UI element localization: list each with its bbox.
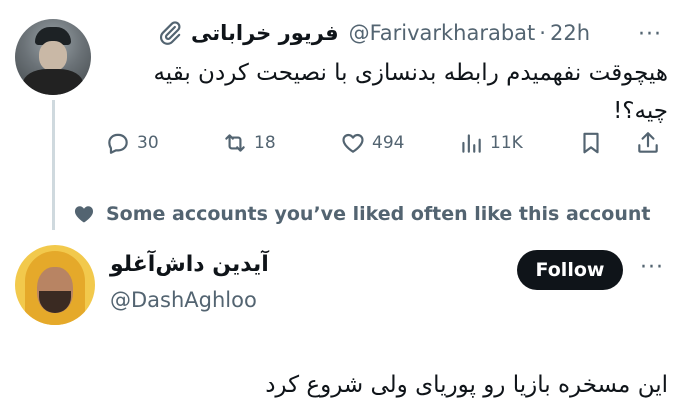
paperclip-icon xyxy=(160,21,181,45)
reply-icon xyxy=(108,133,128,154)
tweet-time[interactable]: 22h xyxy=(550,21,590,45)
reply-button[interactable]: 30 xyxy=(105,130,159,156)
dot-separator: · xyxy=(539,21,546,45)
follow-button[interactable]: Follow xyxy=(517,250,623,290)
avatar-body xyxy=(23,69,83,95)
repost-button[interactable]: 18 xyxy=(222,130,276,156)
share-button[interactable] xyxy=(635,130,667,156)
thread-line xyxy=(52,100,55,230)
bookmark-icon xyxy=(583,132,599,154)
tweet-text: هیچوقت نفهمیدم رابطه بدنسازی با نصیحت کر… xyxy=(153,60,668,124)
views-count: 11K xyxy=(490,133,523,153)
author-avatar[interactable] xyxy=(15,19,91,95)
suggested-more-button[interactable]: ··· xyxy=(640,255,664,280)
social-context: Some accounts you’ve liked often like th… xyxy=(72,202,650,226)
author-handle[interactable]: @Farivarkharabat xyxy=(349,21,536,45)
views-button[interactable]: 11K xyxy=(458,130,523,156)
tweet-actions: 30 18 494 11K xyxy=(100,130,670,166)
views-icon xyxy=(462,134,481,153)
share-icon xyxy=(638,132,658,153)
heart-icon xyxy=(342,133,364,153)
suggested-tweet-text: این مسخره بازیا رو پوریای ولی شروع کرد xyxy=(265,372,668,398)
suggested-name[interactable]: آیدین داش‌آغلو xyxy=(110,252,269,277)
avatar-face xyxy=(39,41,67,71)
suggested-handle[interactable]: @DashAghloo xyxy=(110,288,257,312)
repost-icon xyxy=(225,134,245,152)
author-name[interactable]: فریور خراباتی xyxy=(191,21,339,45)
bookmark-button[interactable] xyxy=(578,130,610,156)
heart-filled-icon xyxy=(74,206,94,223)
suggested-avatar[interactable] xyxy=(15,245,95,325)
social-context-text: Some accounts you’ve liked often like th… xyxy=(106,203,651,225)
tweet-header: فریور خراباتی @Farivarkharabat · 22h xyxy=(115,18,590,48)
reply-count: 30 xyxy=(137,133,159,153)
repost-count: 18 xyxy=(254,133,276,153)
like-button[interactable]: 494 xyxy=(340,130,404,156)
like-count: 494 xyxy=(372,133,405,153)
more-options-button[interactable]: ··· xyxy=(638,22,662,47)
